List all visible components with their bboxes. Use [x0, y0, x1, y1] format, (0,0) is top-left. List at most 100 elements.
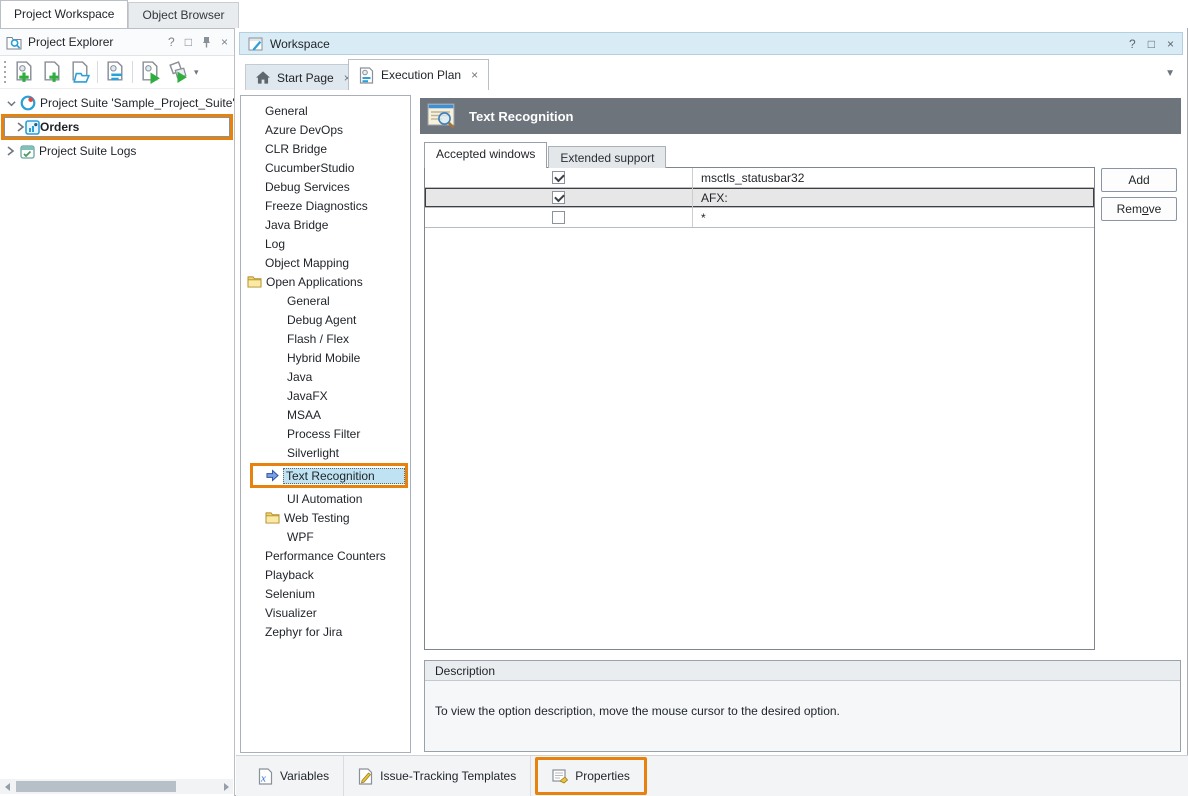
settings-nav-label: Freeze Diagnostics: [265, 199, 368, 213]
settings-nav-item[interactable]: Freeze Diagnostics: [241, 196, 410, 215]
run-project-button[interactable]: [136, 59, 164, 85]
settings-nav-item[interactable]: Performance Counters: [241, 546, 410, 565]
chevron-down-icon[interactable]: [4, 99, 18, 108]
tab-extended-support[interactable]: Extended support: [548, 146, 666, 168]
open-file-button[interactable]: [66, 59, 94, 85]
settings-nav-label: Hybrid Mobile: [287, 351, 360, 365]
tree-item-label: Project Suite Logs: [39, 144, 136, 158]
tab-label: Project Workspace: [14, 7, 114, 21]
settings-nav-item[interactable]: UI Automation: [241, 489, 410, 508]
tab-project-workspace[interactable]: Project Workspace: [0, 0, 128, 28]
tab-overflow-dropdown-icon[interactable]: ▼: [1165, 68, 1175, 79]
home-icon: [256, 71, 270, 84]
organize-tests-button[interactable]: [101, 59, 129, 85]
maximize-icon[interactable]: □: [1148, 37, 1155, 51]
settings-nav-item[interactable]: MSAA: [241, 405, 410, 424]
tree-item-orders[interactable]: Orders: [4, 117, 230, 137]
settings-nav-label: Java: [287, 370, 312, 384]
run-project-suite-button[interactable]: [164, 59, 192, 85]
settings-nav-item[interactable]: Text Recognition: [250, 463, 408, 488]
settings-nav-item[interactable]: Selenium: [241, 584, 410, 603]
settings-nav-item[interactable]: Log: [241, 234, 410, 253]
close-icon[interactable]: ×: [221, 35, 228, 49]
tree-item-label: Orders: [40, 120, 79, 134]
folder-icon: [247, 275, 262, 288]
properties-icon: [552, 768, 568, 784]
table-row[interactable]: *: [425, 208, 1094, 228]
row-checkbox[interactable]: [552, 211, 565, 224]
run-dropdown-caret[interactable]: ▾: [194, 67, 199, 78]
window-mask-value[interactable]: *: [693, 208, 1094, 227]
horizontal-scrollbar[interactable]: [0, 779, 233, 794]
pin-icon[interactable]: [202, 36, 211, 48]
settings-nav-item[interactable]: Visualizer: [241, 603, 410, 622]
add-project-suite-button[interactable]: [10, 59, 38, 85]
tab-start-page[interactable]: Start Page ×: [245, 64, 362, 90]
tab-object-browser[interactable]: Object Browser: [128, 2, 238, 28]
close-tab-icon[interactable]: ×: [471, 68, 478, 82]
scroll-left-arrow[interactable]: [0, 779, 14, 794]
settings-nav-item[interactable]: Zephyr for Jira: [241, 622, 410, 641]
settings-nav-label: Playback: [265, 568, 314, 582]
settings-nav-item[interactable]: Azure DevOps: [241, 120, 410, 139]
settings-nav-item[interactable]: General: [241, 101, 410, 120]
toolbar-grip[interactable]: [2, 61, 7, 83]
settings-nav-item[interactable]: Debug Agent: [241, 310, 410, 329]
settings-nav-item[interactable]: Debug Services: [241, 177, 410, 196]
remove-button[interactable]: Remove: [1101, 197, 1177, 221]
maximize-icon[interactable]: □: [185, 35, 192, 49]
tab-execution-plan[interactable]: Execution Plan ×: [348, 59, 489, 90]
settings-nav-label: Process Filter: [287, 427, 360, 441]
project-icon: [25, 120, 40, 135]
settings-nav-label: Zephyr for Jira: [265, 625, 342, 639]
scrollbar-thumb[interactable]: [16, 781, 176, 792]
tab-properties[interactable]: Properties: [538, 760, 644, 792]
tab-separator: [530, 756, 531, 796]
add-button[interactable]: Add: [1101, 168, 1177, 192]
folder-icon: [265, 511, 280, 524]
settings-nav-item[interactable]: CLR Bridge: [241, 139, 410, 158]
settings-nav-item[interactable]: CucumberStudio: [241, 158, 410, 177]
settings-nav-item[interactable]: Web Testing: [241, 508, 410, 527]
scroll-right-arrow[interactable]: [219, 779, 233, 794]
settings-nav-item[interactable]: JavaFX: [241, 386, 410, 405]
table-row[interactable]: AFX:: [425, 188, 1094, 208]
chevron-right-icon[interactable]: [17, 122, 25, 132]
add-project-button[interactable]: [38, 59, 66, 85]
settings-nav-item[interactable]: Silverlight: [241, 443, 410, 462]
settings-nav-item[interactable]: Process Filter: [241, 424, 410, 443]
settings-nav-item[interactable]: Object Mapping: [241, 253, 410, 272]
settings-nav-label: General: [265, 104, 308, 118]
settings-nav-item[interactable]: Flash / Flex: [241, 329, 410, 348]
settings-nav-item[interactable]: WPF: [241, 527, 410, 546]
scrollbar-track[interactable]: [14, 779, 219, 794]
variables-icon: x: [258, 768, 273, 785]
settings-nav-label: Silverlight: [287, 446, 339, 460]
tree-item-project-suite-logs[interactable]: Project Suite Logs: [0, 141, 234, 161]
project-explorer-panel: Project Explorer ? □ ×: [0, 28, 235, 796]
settings-nav-item[interactable]: Playback: [241, 565, 410, 584]
table-row[interactable]: msctls_statusbar32: [425, 168, 1094, 188]
settings-nav-label: CucumberStudio: [265, 161, 354, 175]
row-checkbox[interactable]: [552, 171, 565, 184]
tab-issue-tracking-templates[interactable]: Issue-Tracking Templates: [344, 756, 530, 796]
tree-item-project-suite[interactable]: Project Suite 'Sample_Project_Suite' (1 …: [0, 93, 234, 113]
close-icon[interactable]: ×: [1167, 37, 1174, 51]
panel-title: Workspace: [270, 37, 1129, 51]
settings-nav-item[interactable]: Hybrid Mobile: [241, 348, 410, 367]
help-icon[interactable]: ?: [1129, 37, 1136, 51]
settings-nav-item[interactable]: Java: [241, 367, 410, 386]
help-icon[interactable]: ?: [168, 35, 175, 49]
settings-nav-item[interactable]: Java Bridge: [241, 215, 410, 234]
tab-variables[interactable]: x Variables: [244, 756, 343, 796]
settings-nav-label: Performance Counters: [265, 549, 386, 563]
chevron-right-icon[interactable]: [4, 146, 18, 156]
settings-nav-label: UI Automation: [287, 492, 362, 506]
settings-nav-item[interactable]: General: [241, 291, 410, 310]
tab-label: Issue-Tracking Templates: [380, 769, 516, 783]
window-mask-value[interactable]: msctls_statusbar32: [693, 168, 1094, 187]
row-checkbox[interactable]: [552, 191, 565, 204]
tab-accepted-windows[interactable]: Accepted windows: [424, 142, 547, 168]
settings-nav-item[interactable]: Open Applications: [241, 272, 410, 291]
window-mask-value[interactable]: AFX:: [693, 188, 1094, 207]
